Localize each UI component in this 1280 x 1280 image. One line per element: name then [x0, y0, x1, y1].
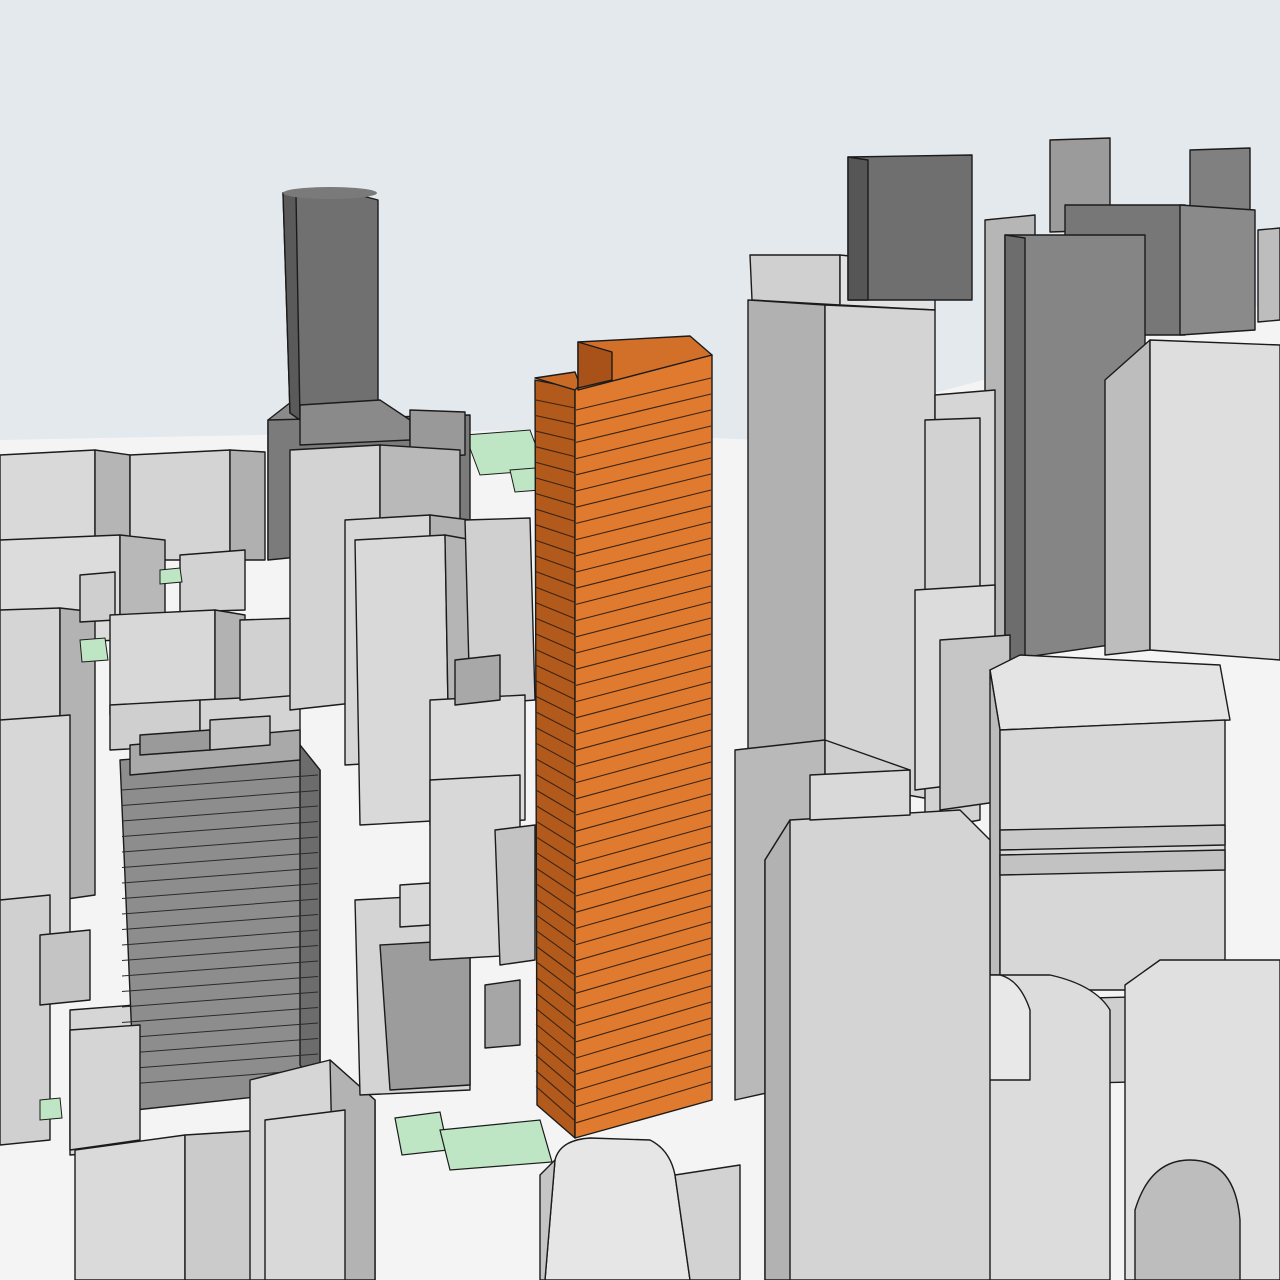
- large-tower-front-centre-right: [764, 769, 991, 1280]
- dark-tower-back-right: [847, 154, 973, 301]
- city-massing-viewport[interactable]: [0, 0, 1280, 1280]
- arched-tower-far-right: [1124, 959, 1280, 1280]
- tall-white-tower-far-right: [1104, 339, 1280, 661]
- proposed-tower-front-face: [574, 354, 713, 1139]
